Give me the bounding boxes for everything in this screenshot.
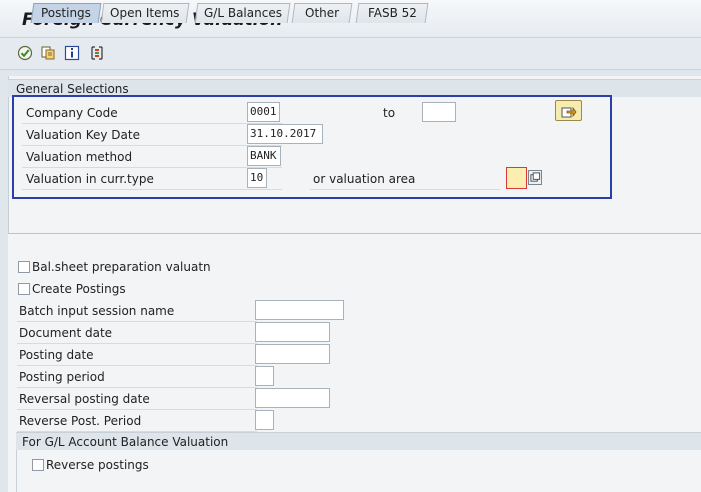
bal-sheet-checkbox[interactable] (18, 261, 30, 273)
valuation-key-date-input[interactable]: 31.10.2017 (247, 124, 323, 144)
value-help-icon (530, 172, 541, 182)
valuation-method-label: Valuation method (26, 150, 133, 164)
reverse-postings-label: Reverse postings (46, 458, 149, 472)
valuation-curr-type-label: Valuation in curr.type (26, 172, 154, 186)
reverse-post-period-row: Reverse Post. Period (17, 410, 257, 432)
posting-period-label: Posting period (19, 370, 105, 384)
batch-input-row: Batch input session name (17, 300, 257, 322)
valuation-area-row: or valuation area (310, 168, 500, 190)
multiple-selection-icon (561, 106, 577, 118)
valuation-area-label: or valuation area (313, 172, 416, 186)
selection-options-icon[interactable] (89, 45, 105, 61)
bal-sheet-label: Bal.sheet preparation valuatn (32, 260, 211, 274)
tab-postings-label: Postings (41, 6, 91, 20)
valuation-curr-type-row: Valuation in curr.type (22, 168, 282, 190)
general-selections-title: General Selections (16, 82, 129, 96)
batch-input-label: Batch input session name (19, 304, 175, 318)
create-postings-checkbox[interactable] (18, 283, 30, 295)
reverse-post-period-label: Reverse Post. Period (19, 414, 142, 428)
posting-period-input[interactable] (255, 366, 274, 386)
company-code-to-input[interactable] (422, 102, 456, 122)
reverse-post-period-input[interactable] (255, 410, 274, 430)
company-code-row: Company Code (22, 102, 282, 124)
posting-period-row: Posting period (17, 366, 257, 388)
tab-other-label: Other (304, 6, 340, 20)
tab-other[interactable]: Other (291, 3, 353, 23)
tab-gl-balances-label: G/L Balances (203, 6, 282, 20)
create-postings-label: Create Postings (32, 282, 126, 296)
application-toolbar (0, 38, 701, 70)
multiple-selection-button[interactable] (555, 100, 582, 121)
reversal-posting-date-row: Reversal posting date (17, 388, 257, 410)
valuation-method-input[interactable]: BANK (247, 146, 281, 166)
tab-postings[interactable]: Postings (30, 3, 102, 23)
tab-fasb-52[interactable]: FASB 52 (355, 3, 429, 23)
document-date-label: Document date (19, 326, 113, 340)
posting-date-input[interactable] (255, 344, 330, 364)
reverse-postings-checkbox[interactable] (32, 459, 44, 471)
tab-strip (8, 212, 701, 234)
valuation-key-date-label: Valuation Key Date (26, 128, 140, 142)
valuation-curr-type-input[interactable]: 10 (247, 168, 267, 188)
company-code-to-label: to (383, 106, 396, 120)
company-code-input[interactable]: 0001 (247, 102, 280, 122)
valuation-key-date-row: Valuation Key Date (22, 124, 282, 146)
document-date-input[interactable] (255, 322, 330, 342)
gl-balance-section-header: For G/L Account Balance Valuation (16, 432, 701, 450)
tab-gl-balances[interactable]: G/L Balances (194, 3, 291, 23)
execute-icon[interactable] (17, 45, 33, 61)
tab-fasb-52-label: FASB 52 (367, 6, 417, 20)
tab-open-items-label: Open Items (110, 6, 180, 20)
variant-icon[interactable] (40, 45, 56, 61)
reversal-posting-date-input[interactable] (255, 388, 330, 408)
tab-open-items[interactable]: Open Items (100, 3, 190, 23)
valuation-method-row: Valuation method (22, 146, 282, 168)
batch-input-session-input[interactable] (255, 300, 344, 320)
document-date-row: Document date (17, 322, 257, 344)
reversal-posting-date-label: Reversal posting date (19, 392, 150, 406)
valuation-area-input[interactable] (506, 167, 527, 189)
posting-date-label: Posting date (19, 348, 94, 362)
posting-date-row: Posting date (17, 344, 257, 366)
company-code-label: Company Code (26, 106, 118, 120)
valuation-area-value-help-button[interactable] (528, 170, 542, 185)
info-icon[interactable] (64, 45, 80, 61)
gl-balance-section-title: For G/L Account Balance Valuation (22, 435, 229, 449)
